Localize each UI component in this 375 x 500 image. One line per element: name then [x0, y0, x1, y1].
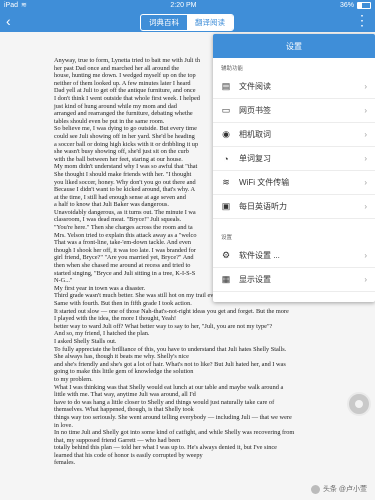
menu-item-word-review[interactable]: ◔ 单词复习 › — [213, 147, 375, 171]
section-header-settings: 设置 — [221, 235, 233, 241]
menu-item-label: 文件阅读 — [239, 82, 271, 91]
clock: 2:20 PM — [170, 1, 197, 9]
menu-item-display-settings[interactable]: ▦ 显示设置 › — [213, 268, 375, 292]
device-label: iPad — [4, 1, 19, 9]
tab-translate[interactable]: 翻译阅读 — [187, 15, 233, 30]
gear-icon: ⚙ — [221, 250, 231, 260]
menu-item-label: 每日英语听力 — [239, 202, 287, 211]
chevron-right-icon: › — [364, 178, 367, 187]
top-bar: ‹ 词典百科 翻译阅读 ⋮ — [0, 10, 375, 32]
mode-segmented-control: 词典百科 翻译阅读 — [140, 14, 234, 31]
chevron-right-icon: › — [364, 275, 367, 284]
menu-item-bookmarks[interactable]: ▭ 网页书签 › — [213, 99, 375, 123]
review-icon: ◔ — [223, 153, 229, 164]
settings-panel: 设置 辅助功能 ▤ 文件阅读 › ▭ 网页书签 › ◉ 相机取词 › ◔ 单词复… — [213, 34, 375, 302]
menu-item-label: WiFi 文件传输 — [239, 178, 290, 187]
menu-item-label: 显示设置 — [239, 275, 271, 284]
menu-item-wifi-transfer[interactable]: ≋ WiFi 文件传输 › — [213, 171, 375, 195]
watermark: 头条 @卢小萱 — [310, 484, 367, 494]
assistive-touch-button[interactable] — [347, 392, 371, 416]
wifi-icon: ≋ — [21, 2, 27, 9]
chevron-right-icon: › — [364, 154, 367, 163]
file-icon: ▤ — [221, 81, 231, 91]
tab-dictionary[interactable]: 词典百科 — [141, 15, 187, 30]
menu-item-camera-lookup[interactable]: ◉ 相机取词 › — [213, 123, 375, 147]
menu-item-daily-listening[interactable]: ▣ 每日英语听力 › — [213, 195, 375, 219]
camera-icon: ◉ — [222, 129, 230, 139]
chevron-right-icon: › — [364, 251, 367, 260]
back-icon[interactable]: ‹ — [6, 13, 11, 29]
chevron-right-icon: › — [364, 82, 367, 91]
display-icon: ▦ — [221, 274, 231, 284]
more-menu-icon[interactable]: ⋮ — [355, 12, 369, 28]
section-header-aux: 辅助功能 — [221, 66, 244, 72]
status-bar: iPad ≋ 2:20 PM 36% — [0, 0, 375, 10]
menu-item-label: 单词复习 — [239, 154, 271, 163]
wifi-icon: ≋ — [222, 177, 230, 187]
panel-title: 设置 — [213, 34, 375, 58]
battery-icon — [356, 1, 371, 9]
watermark-logo-icon — [310, 484, 320, 494]
menu-item-file-reading[interactable]: ▤ 文件阅读 › — [213, 75, 375, 99]
watermark-text: 头条 @卢小萱 — [322, 486, 367, 493]
menu-item-app-settings[interactable]: ⚙ 软件设置 ... › — [213, 244, 375, 268]
chevron-right-icon: › — [364, 202, 367, 211]
listening-icon: ▣ — [221, 201, 231, 211]
chevron-right-icon: › — [364, 130, 367, 139]
menu-item-label: 软件设置 ... — [239, 251, 280, 260]
menu-item-label: 相机取词 — [239, 130, 271, 139]
chevron-right-icon: › — [364, 106, 367, 115]
menu-item-label: 网页书签 — [239, 106, 271, 115]
bookmark-icon: ▭ — [221, 105, 231, 115]
battery-percent: 36% — [339, 1, 354, 9]
